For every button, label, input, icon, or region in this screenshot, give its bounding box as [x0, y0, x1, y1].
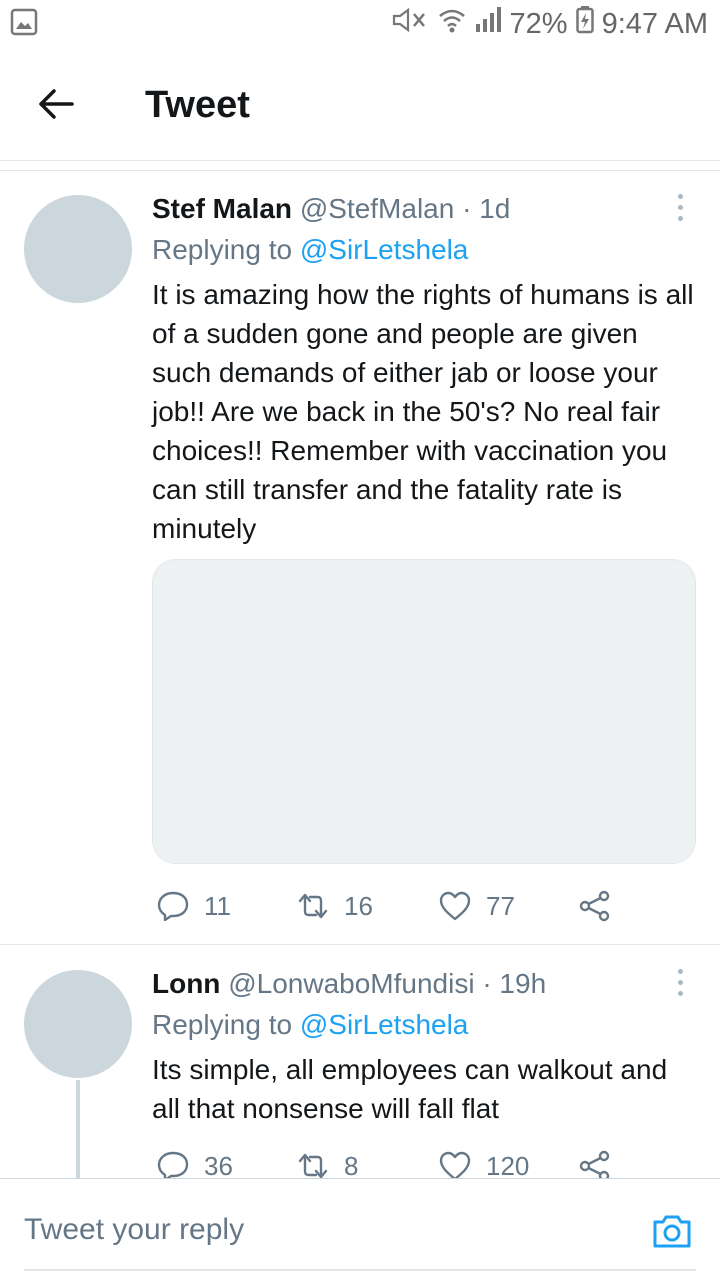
reply-button[interactable]: 36: [156, 1146, 233, 1178]
replying-to: Replying to @SirLetshela: [152, 1009, 468, 1041]
more-options-button[interactable]: [666, 187, 694, 227]
tweet-time: · 19h: [482, 968, 547, 999]
reply-input[interactable]: [24, 1207, 614, 1253]
tweet-text: It is amazing how the rights of humans i…: [152, 279, 694, 544]
reply-icon: [157, 1151, 189, 1178]
top-app-bar: Tweet: [0, 60, 720, 161]
like-button[interactable]: 120: [438, 1146, 529, 1178]
input-underline: [24, 1269, 696, 1271]
author-name[interactable]: Stef Malan: [152, 193, 292, 224]
avatar[interactable]: [24, 195, 132, 303]
like-count: 77: [486, 890, 515, 921]
tweet-header: Lonn @LonwaboMfundisi · 19h: [152, 968, 546, 1000]
tweet-text: Its simple, all employees can walkout an…: [152, 1054, 668, 1124]
retweet-icon: [298, 1153, 328, 1178]
tweet-media[interactable]: [152, 559, 696, 864]
like-button[interactable]: 77: [438, 886, 515, 926]
tweet-card[interactable]: Lonn @LonwaboMfundisi · 19h Replying to …: [0, 946, 720, 1178]
back-button[interactable]: [34, 82, 78, 126]
signal-icon: [474, 6, 502, 42]
camera-icon: [653, 1215, 691, 1248]
replying-to-handle-link[interactable]: @SirLetshela: [300, 1009, 469, 1040]
reply-count: 11: [204, 890, 231, 921]
retweet-icon: [298, 893, 328, 919]
avatar[interactable]: [24, 970, 132, 1078]
wifi-icon: [438, 6, 466, 42]
reply-composer: [0, 1178, 720, 1281]
tweet-header: Stef Malan @StefMalan · 1d: [152, 193, 510, 225]
retweet-count: 16: [344, 890, 373, 921]
author-name[interactable]: Lonn: [152, 968, 220, 999]
author-handle[interactable]: @StefMalan: [300, 193, 455, 224]
status-bar: 72% 9:47 AM: [0, 0, 720, 48]
battery-percent: 72%: [509, 7, 568, 40]
share-icon: [579, 1150, 610, 1178]
clock: 9:47 AM: [601, 7, 708, 40]
retweet-count: 8: [344, 1150, 359, 1179]
reply-count: 36: [204, 1150, 233, 1179]
replying-to-handle-link[interactable]: @SirLetshela: [300, 234, 469, 265]
replying-to-label: Replying to: [152, 1009, 293, 1040]
author-handle[interactable]: @LonwaboMfundisi: [228, 968, 474, 999]
battery-charging-icon: [575, 6, 594, 42]
reply-icon: [157, 891, 189, 922]
tweet-divider: [0, 944, 720, 945]
share-icon: [579, 890, 610, 922]
tweet-actions: 36 8 120: [152, 1146, 672, 1178]
mute-icon: [390, 6, 430, 42]
page-title: Tweet: [145, 84, 250, 126]
tweet-time: · 1d: [462, 193, 511, 224]
thread-line: [76, 1080, 80, 1178]
like-count: 120: [486, 1150, 530, 1179]
gallery-icon: [10, 8, 38, 43]
reply-button[interactable]: 11: [156, 886, 231, 926]
arrow-left-icon: [39, 89, 74, 119]
tweet-actions: 11 16 77: [152, 886, 672, 926]
heart-icon: [439, 891, 471, 921]
tweet-card[interactable]: Stef Malan @StefMalan · 1d Replying to @…: [0, 171, 720, 945]
camera-button[interactable]: [650, 1209, 694, 1253]
heart-icon: [439, 1151, 471, 1178]
replying-to-label: Replying to: [152, 234, 293, 265]
retweet-button[interactable]: 8: [296, 1146, 358, 1178]
replying-to: Replying to @SirLetshela: [152, 234, 468, 266]
share-button[interactable]: [578, 1146, 612, 1178]
more-options-button[interactable]: [666, 962, 694, 1002]
retweet-button[interactable]: 16: [296, 886, 373, 926]
share-button[interactable]: [578, 886, 612, 926]
